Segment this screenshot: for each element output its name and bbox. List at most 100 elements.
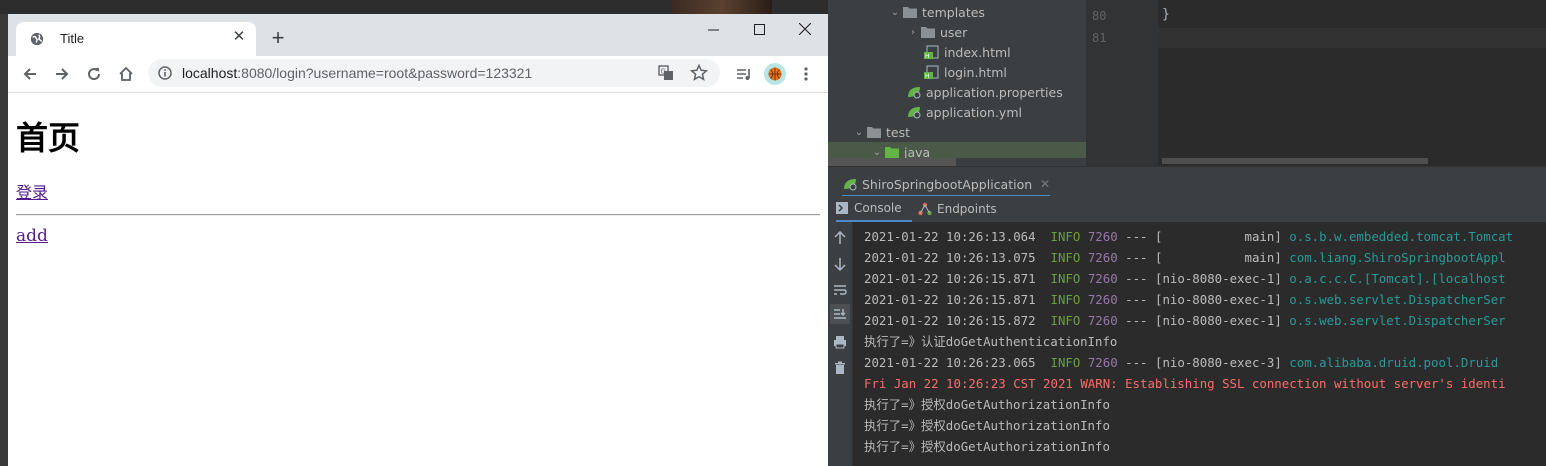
wrap-icon (834, 285, 847, 295)
log-level: INFO (1050, 229, 1081, 244)
tree-node-user[interactable]: › user (906, 22, 967, 42)
log-logger: com.alibaba.druid.pool.Druid (1289, 355, 1499, 370)
media-control-button[interactable] (732, 62, 756, 86)
home-button[interactable] (114, 62, 138, 86)
tree-node-application-properties[interactable]: application.properties (906, 82, 1063, 102)
log-pid: 7260 (1087, 250, 1118, 265)
log-timestamp: 2021-01-22 10:26:15.871 (864, 292, 1036, 307)
run-tool-window-header: ShiroSpringbootApplication ✕ (828, 166, 1546, 198)
add-link[interactable]: add (16, 226, 48, 246)
arrow-down-icon (834, 258, 846, 271)
minimize-icon (707, 29, 719, 30)
browser-toolbar: localhost:8080/login?username=root&passw… (8, 56, 828, 92)
tree-node-test[interactable]: ⌄ test (852, 122, 910, 142)
page-heading: 首页 (16, 119, 81, 157)
chevron-down-icon[interactable]: ⌄ (852, 127, 866, 138)
log-separator: --- (1125, 313, 1148, 328)
code-editor[interactable]: 80 81 · } (1086, 0, 1546, 166)
chevron-down-icon[interactable]: ⌄ (870, 147, 884, 158)
home-icon (119, 66, 133, 81)
scrollbar-thumb[interactable] (828, 158, 956, 166)
browser-menu-button[interactable] (794, 62, 818, 86)
arrow-right-icon (56, 68, 69, 80)
source-folder-icon (885, 147, 899, 158)
console-output[interactable]: 2021-01-22 10:26:13.064 INFO 7260 --- [ … (853, 222, 1546, 466)
log-separator: --- (1125, 355, 1148, 370)
back-button[interactable] (18, 62, 42, 86)
log-thread: [nio-8080-exec-1] (1154, 292, 1282, 307)
log-level: INFO (1050, 355, 1081, 370)
trash-icon (835, 361, 845, 374)
tab-close-icon[interactable]: ✕ (230, 28, 248, 46)
window-minimize-button[interactable] (690, 14, 736, 44)
tab-label: Console (854, 201, 902, 215)
tree-node-index-html[interactable]: H index.html (924, 42, 1011, 62)
tab-endpoints[interactable]: Endpoints (918, 196, 997, 222)
log-line: 2021-01-22 10:26:15.871 INFO 7260 --- [n… (864, 289, 1506, 310)
translate-icon[interactable]: G (658, 65, 674, 81)
log-line-plain: 执行了=》授权doGetAuthorizationInfo (864, 397, 1110, 412)
url-path: :8080/login?username=root&password=12332… (237, 65, 533, 81)
close-icon (799, 23, 811, 35)
tree-node-login-html[interactable]: H login.html (924, 62, 1007, 82)
tab-console[interactable]: Console (836, 196, 912, 222)
line-number: 81 (1092, 31, 1107, 45)
tree-node-label: application.yml (926, 104, 1022, 120)
log-level: INFO (1050, 313, 1081, 328)
log-pid: 7260 (1087, 292, 1118, 307)
log-line: 2021-01-22 10:26:23.065 INFO 7260 --- [n… (864, 352, 1498, 373)
browser-tab-active[interactable]: Title ✕ (16, 22, 256, 56)
log-timestamp: 2021-01-22 10:26:15.871 (864, 271, 1036, 286)
chevron-down-icon[interactable]: ⌄ (888, 7, 902, 18)
new-tab-button[interactable]: + (266, 27, 290, 50)
desktop-wallpaper-fragment (672, 0, 772, 14)
window-close-button[interactable] (782, 14, 828, 44)
profile-avatar[interactable] (764, 63, 786, 85)
run-config-tab[interactable]: ShiroSpringbootApplication ✕ (842, 173, 1051, 198)
log-level: INFO (1050, 250, 1081, 265)
clear-all-button[interactable] (830, 358, 850, 378)
arrow-up-icon (834, 231, 846, 244)
log-line-plain: 执行了=》认证doGetAuthenticationInfo (864, 334, 1118, 349)
tree-node-label: application.properties (926, 84, 1063, 100)
log-logger: o.a.c.c.C.[Tomcat].[localhost (1289, 271, 1506, 286)
log-line-plain: 执行了=》授权doGetAuthorizationInfo (864, 439, 1110, 454)
log-logger: com.liang.ShiroSpringbootAppl (1289, 250, 1506, 265)
log-timestamp: 2021-01-22 10:26:13.064 (864, 229, 1036, 244)
reload-button[interactable] (82, 62, 106, 86)
log-logger: o.s.web.servlet.DispatcherSer (1289, 292, 1506, 307)
chevron-right-icon[interactable]: › (906, 27, 920, 38)
log-line: 2021-01-22 10:26:13.064 INFO 7260 --- [ … (864, 226, 1513, 247)
print-button[interactable] (830, 332, 850, 352)
browser-window: Title ✕ + localhost:8080/login?username=… (8, 14, 828, 466)
url-text[interactable]: localhost:8080/login?username=root&passw… (182, 65, 532, 81)
globe-icon (30, 32, 44, 46)
web-page-content: 首页 登录 add (8, 93, 828, 466)
scroll-up-button[interactable] (830, 228, 850, 248)
tree-node-templates[interactable]: ⌄ templates (888, 2, 985, 22)
address-bar[interactable]: localhost:8080/login?username=root&passw… (148, 59, 720, 87)
bookmark-star-icon[interactable] (690, 64, 708, 82)
endpoints-icon (918, 202, 932, 216)
console-tab-bar: Console Endpoints (828, 196, 1546, 223)
log-timestamp: 2021-01-22 10:26:13.075 (864, 250, 1036, 265)
editor-horizontal-scrollbar[interactable] (1162, 158, 1428, 164)
tree-node-label: user (940, 24, 968, 40)
log-thread: [nio-8080-exec-3] (1154, 355, 1282, 370)
log-separator: --- (1125, 229, 1148, 244)
tab-label: Endpoints (937, 202, 997, 216)
scroll-to-end-button[interactable] (830, 304, 850, 324)
login-link[interactable]: 登录 (16, 179, 48, 203)
tree-node-label: index.html (944, 44, 1011, 60)
tree-node-application-yml[interactable]: application.yml (906, 102, 1022, 122)
tree-horizontal-scrollbar[interactable] (828, 158, 1086, 166)
playlist-icon (737, 69, 750, 80)
horizontal-rule (16, 214, 820, 216)
site-info-icon[interactable] (158, 66, 172, 80)
window-maximize-button[interactable] (736, 14, 782, 44)
close-icon[interactable]: ✕ (1040, 177, 1050, 191)
scroll-down-button[interactable] (830, 254, 850, 274)
forward-button[interactable] (50, 62, 74, 86)
soft-wrap-button[interactable] (830, 280, 850, 300)
svg-text:H: H (925, 53, 930, 59)
